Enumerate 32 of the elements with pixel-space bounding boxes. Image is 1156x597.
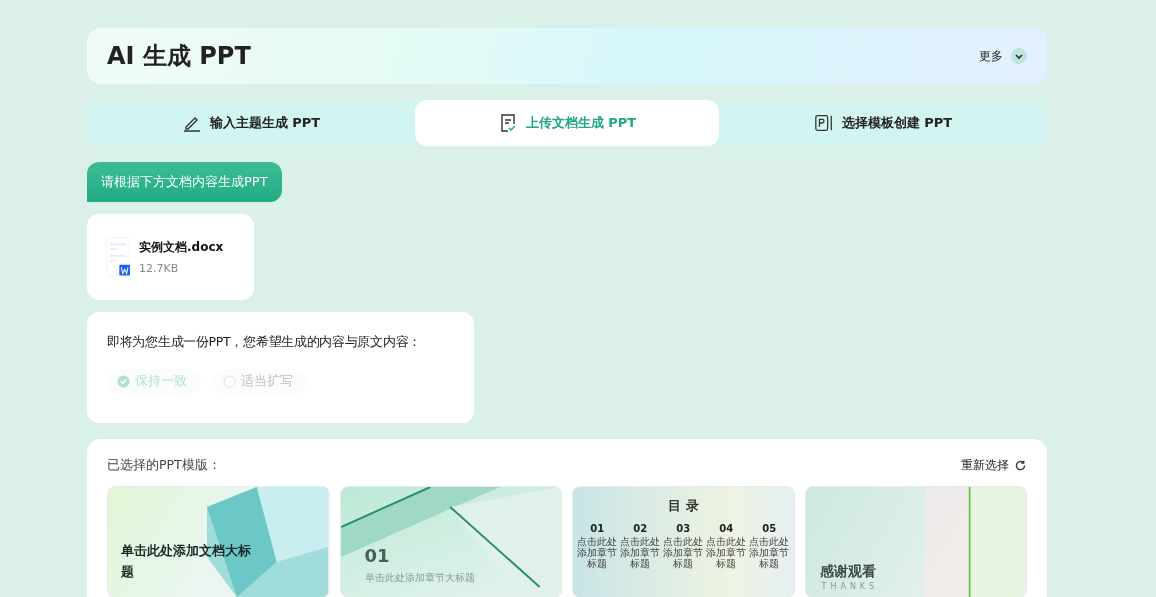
reselect-button[interactable]: 重新选择: [961, 457, 1027, 474]
toc-text: 点击此处添加章节标题: [620, 536, 661, 569]
template-thumbnail[interactable]: 01 单击此处添加章节大标题: [339, 486, 562, 597]
file-size: 12.7KB: [139, 262, 180, 275]
toc-text: 点击此处添加章节标题: [577, 536, 618, 569]
slide-title: 目 录: [668, 497, 699, 515]
question-text: 即将为您生成一份PPT，您希望生成的内容与原文内容：: [107, 334, 422, 351]
toc-number: 05: [762, 523, 777, 534]
template-thumbnail[interactable]: 目 录 01 点击此处添加章节标题 02 点击此处添加章节标题 03 点击此处添加章节标题 04 点击此处添加章节标题 05 点击此处添加章节标题: [572, 486, 795, 597]
chevron-down-icon: [1011, 48, 1027, 64]
toc-text: 点击此处添加章节标题: [706, 536, 747, 569]
toc-number: 02: [633, 523, 648, 534]
file-name: 实例文档.docx: [139, 239, 224, 256]
tab[interactable]: 选择模板创建 PPT: [719, 100, 1047, 146]
slide-number: 01: [364, 545, 390, 566]
more-button[interactable]: 更多: [979, 47, 1027, 65]
toc-text: 点击此处添加章节标题: [663, 536, 704, 569]
toc-number: 03: [676, 523, 691, 534]
template-thumbnail[interactable]: 单击此处添加文档大标题: [107, 486, 330, 597]
slide-title: 感谢观看: [819, 563, 876, 581]
refresh-icon: [1014, 459, 1027, 472]
slide-subtitle: 单击此处添加章节大标题: [364, 572, 475, 585]
page-title: AI 生成 PPT: [107, 41, 251, 72]
toc-text: 点击此处添加章节标题: [749, 536, 790, 569]
slide-title: 单击此处添加文档大标题: [121, 542, 252, 581]
toc-number: 04: [719, 523, 734, 534]
toc-number: 01: [590, 523, 605, 534]
p-document-icon: [813, 113, 834, 133]
tab[interactable]: 输入主题生成 PPT: [87, 100, 415, 146]
section-label: 已选择的PPT模版：: [107, 457, 221, 474]
template-thumbnail[interactable]: 感谢观看 THANKS: [804, 486, 1027, 597]
slide-subtitle: THANKS: [821, 582, 879, 591]
